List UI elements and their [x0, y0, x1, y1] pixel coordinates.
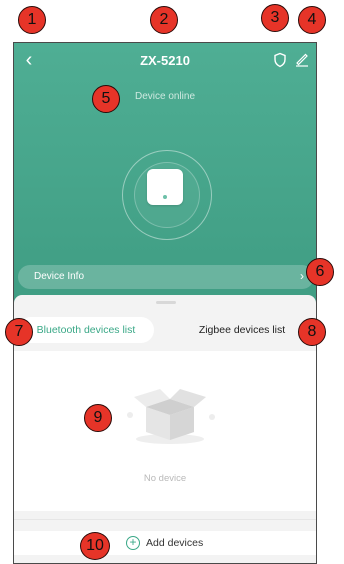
- marker-1: 1: [18, 6, 46, 34]
- pencil-icon[interactable]: [294, 51, 310, 67]
- marker-6: 6: [306, 258, 334, 286]
- marker-8: 8: [298, 318, 326, 346]
- empty-box-icon: [124, 377, 216, 447]
- phone-screen: ‹ ZX-5210 Device online Device Info › Bl…: [13, 42, 317, 564]
- marker-3: 3: [261, 4, 289, 32]
- device-led-icon: [163, 195, 167, 199]
- device-list-content: No device: [14, 351, 316, 511]
- marker-10: 10: [80, 532, 110, 560]
- add-devices-label: Add devices: [146, 537, 204, 549]
- device-header: ‹ ZX-5210 Device online Device Info ›: [14, 43, 316, 305]
- device-status: Device online: [134, 91, 196, 102]
- device-list-sheet: Bluetooth devices list Zigbee devices li…: [14, 295, 316, 563]
- marker-7: 7: [5, 318, 33, 346]
- device-info-button[interactable]: Device Info ›: [18, 265, 314, 289]
- gateway-device-icon: [147, 169, 183, 205]
- device-title: ZX-5210: [140, 53, 190, 68]
- empty-state-text: No device: [143, 473, 187, 484]
- divider: [14, 519, 316, 520]
- device-list-tabs: Bluetooth devices list Zigbee devices li…: [14, 317, 316, 343]
- add-devices-button[interactable]: + Add devices: [14, 531, 316, 555]
- tab-zigbee-devices[interactable]: Zigbee devices list: [174, 317, 310, 343]
- plus-circle-icon: +: [126, 536, 140, 550]
- marker-2: 2: [150, 6, 178, 34]
- chevron-right-icon: ›: [300, 269, 304, 283]
- marker-5: 5: [92, 85, 120, 113]
- sheet-handle[interactable]: [156, 301, 176, 304]
- marker-4: 4: [298, 6, 326, 34]
- tab-bluetooth-devices[interactable]: Bluetooth devices list: [18, 317, 154, 343]
- shield-icon[interactable]: [272, 52, 288, 68]
- add-devices-content: + Add devices: [126, 533, 203, 553]
- device-info-label: Device Info: [34, 271, 85, 282]
- top-nav: ‹ ZX-5210: [14, 43, 316, 79]
- marker-9: 9: [84, 404, 112, 432]
